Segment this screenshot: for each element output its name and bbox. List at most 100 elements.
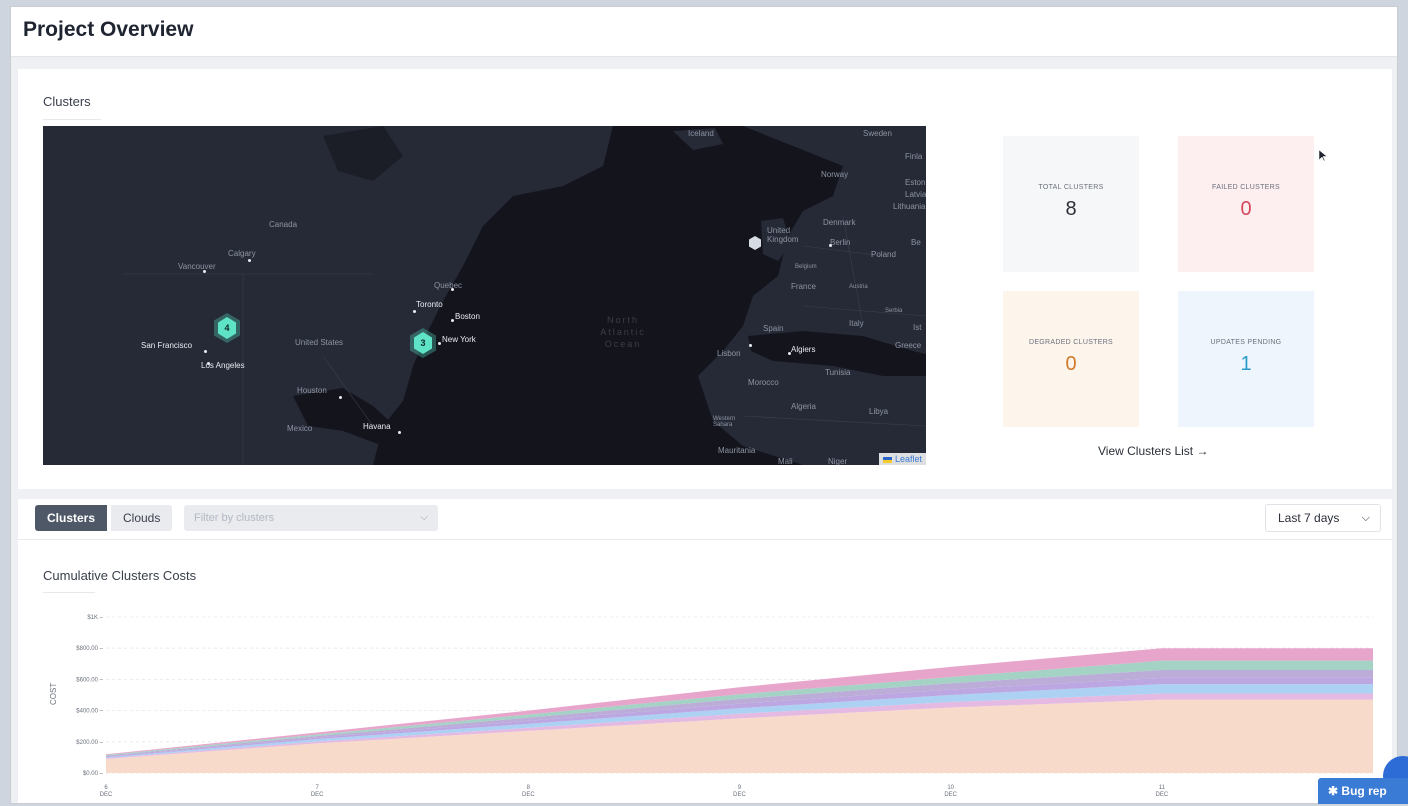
stat-updates-pending: UPDATES PENDING 1	[1178, 291, 1314, 427]
map-label-united-states: United States	[295, 338, 344, 347]
x-tick-label: 6 DEC	[100, 785, 113, 798]
map-city-dot	[451, 319, 454, 322]
map-label-poland: Poland	[871, 250, 896, 259]
bug-icon: ✱	[1328, 784, 1339, 798]
cost-card: Clusters Clouds Filter by clusters ⌵ Las…	[18, 499, 1392, 803]
map-label-denmark: Denmark	[823, 218, 856, 227]
app-frame: Project Overview Clusters Iceland Sweden…	[10, 6, 1398, 804]
stat-value: 0	[1065, 353, 1077, 375]
map-city-dot	[398, 431, 401, 434]
map-label-austria: Austria	[849, 284, 868, 290]
bug-report-button[interactable]: ✱ Bug rep	[1318, 778, 1408, 804]
map-label-lithuania: Lithuania	[893, 202, 926, 211]
y-tick-label: $200.00 –	[76, 740, 103, 746]
mouse-cursor-icon	[1318, 149, 1328, 167]
stat-degraded-clusters: DEGRADED CLUSTERS 0	[1003, 291, 1139, 427]
map-label-sweden: Sweden	[863, 129, 892, 138]
ukraine-flag-icon	[882, 456, 892, 463]
map-label-new-york: New York	[442, 335, 476, 344]
stat-label: TOTAL CLUSTERS	[1038, 184, 1104, 191]
y-tick-label: $400.00 –	[76, 709, 103, 715]
x-tick-label: 8 DEC	[522, 785, 535, 798]
stat-value: 1	[1240, 353, 1252, 375]
y-axis-title: COST	[49, 683, 58, 705]
clusters-map[interactable]: Iceland Sweden Finla Norway Eston Latvia…	[43, 126, 926, 465]
map-label-canada: Canada	[269, 220, 298, 229]
x-tick-label: 10 DEC	[944, 785, 957, 798]
cluster-marker-count: 4	[224, 323, 230, 333]
attribution-text: Leaflet	[894, 454, 922, 464]
map-label-mauritania: Mauritania	[718, 446, 756, 455]
map-label-morocco: Morocco	[748, 378, 779, 387]
map-city-dot	[788, 352, 791, 355]
y-tick-label: $800.00 –	[76, 646, 103, 652]
leaflet-attribution[interactable]: Leaflet	[878, 453, 926, 465]
map-label-mexico: Mexico	[287, 424, 313, 433]
y-tick-label: $0.00 –	[83, 771, 104, 777]
y-tick-label: $600.00 –	[76, 677, 103, 683]
map-label-uk: United Kingdom	[767, 226, 799, 244]
cluster-marker-west[interactable]: 4	[213, 312, 241, 344]
x-tick-label: 7 DEC	[311, 785, 324, 798]
view-clusters-list-link[interactable]: View Clusters List →	[1098, 444, 1208, 458]
map-label-finland: Finla	[905, 152, 923, 161]
map-label-tunisia: Tunisia	[825, 368, 851, 377]
map-city-dot	[203, 270, 206, 273]
map-label-ocean: North Atlantic Ocean	[600, 315, 646, 349]
map-label-berlin: Berlin	[830, 238, 851, 247]
map-label-belgium: Belgium	[795, 264, 817, 270]
x-tick-label: 11 DEC	[1155, 785, 1168, 798]
title-underline	[43, 119, 101, 120]
map-label-mali: Mali	[778, 457, 793, 465]
map-city-dot	[749, 344, 752, 347]
map-label-serbia: Serbia	[885, 308, 903, 314]
map-land	[43, 126, 926, 465]
stat-label: DEGRADED CLUSTERS	[1028, 339, 1114, 346]
stat-label: FAILED CLUSTERS	[1212, 184, 1280, 191]
map-label-calgary: Calgary	[228, 249, 256, 258]
map-label-latvia: Latvia	[905, 190, 926, 199]
map-label-houston: Houston	[297, 386, 327, 395]
map-city-dot	[204, 350, 207, 353]
map-label-niger: Niger	[828, 457, 848, 465]
cluster-marker-count: 3	[420, 338, 426, 348]
map-label-iceland: Iceland	[688, 129, 714, 138]
map-label-lisbon: Lisbon	[717, 349, 741, 358]
map-city-dot	[413, 310, 416, 313]
map-label-vancouver: Vancouver	[178, 262, 216, 271]
cumulative-cost-chart: $0.00 – $200.00 – $400.00 – $600.00 – $800.0…	[49, 615, 1380, 798]
map-label-san-francisco: San Francisco	[141, 341, 193, 350]
x-tick-label: 9 DEC	[733, 785, 746, 798]
map-label-greece: Greece	[895, 341, 922, 350]
map-label-toronto: Toronto	[416, 300, 443, 309]
map-city-dot	[339, 396, 342, 399]
stat-label: UPDATES PENDING	[1210, 339, 1282, 346]
map-city-dot	[248, 259, 251, 262]
map-label-ist: Ist	[913, 323, 922, 332]
page-title: Project Overview	[23, 18, 194, 41]
map-city-dot	[207, 362, 210, 365]
map-label-france: France	[791, 282, 816, 291]
map-label-quebec: Quebec	[434, 281, 463, 290]
bug-report-label: Bug rep	[1341, 784, 1387, 798]
stat-failed-clusters: FAILED CLUSTERS 0	[1178, 136, 1314, 272]
page-header: Project Overview	[11, 7, 1397, 57]
map-label-italy: Italy	[849, 319, 864, 328]
map-label-western-sahara: Western Sahara	[713, 416, 736, 428]
map-city-dot	[829, 244, 832, 247]
cluster-marker-east[interactable]: 3	[409, 327, 437, 359]
stat-value: 8	[1065, 198, 1077, 220]
uk-cluster-hex-icon[interactable]	[748, 235, 762, 251]
clusters-card-title: Clusters	[43, 94, 91, 109]
map-label-libya: Libya	[869, 407, 889, 416]
map-label-algeria: Algeria	[791, 402, 816, 411]
map-label-estonia: Eston	[905, 178, 926, 187]
map-city-dot	[451, 288, 454, 291]
map-label-algiers: Algiers	[791, 345, 816, 354]
map-city-dot	[438, 342, 441, 345]
y-tick-label: $1K –	[87, 615, 103, 621]
map-label-norway: Norway	[821, 170, 849, 179]
stat-value: 0	[1240, 198, 1252, 220]
clusters-card: Clusters Iceland Sweden Finla Norway Est…	[18, 69, 1392, 489]
map-label-spain: Spain	[763, 324, 784, 333]
